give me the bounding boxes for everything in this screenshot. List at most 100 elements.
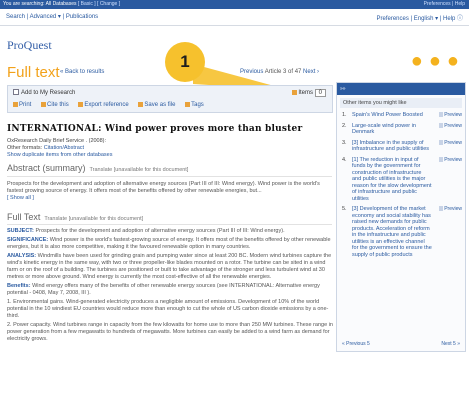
related-items-panel: »» Other items you might like 1. Spain's… (336, 82, 466, 352)
item-number: 1. (342, 112, 347, 118)
items-count: 0 (314, 89, 326, 97)
preview-icon (439, 206, 444, 211)
panel-subheader: Other items you might like (340, 98, 462, 108)
item-link[interactable]: Large-scale wind power in Denmark (352, 123, 432, 136)
tags-label: Tags (191, 102, 204, 108)
item-link[interactable]: [3] Imbalance in the supply of infrastru… (352, 140, 432, 153)
preview-icon (439, 122, 444, 128)
preview-button[interactable]: Preview (439, 206, 462, 213)
item-number: 4. (342, 156, 347, 163)
fulltext-heading: Full Text Translate [unavailable for this… (7, 212, 143, 222)
next-five-link[interactable]: Next 5 » (441, 341, 460, 347)
items-label: Items (298, 90, 313, 96)
citation-abstract-link[interactable]: Citation/Abstract (44, 145, 84, 151)
cite-icon (41, 102, 47, 107)
items-icon (292, 90, 298, 95)
preview-button[interactable]: Preview (439, 122, 462, 130)
fulltext-power-capacity: 2. Power capacity. Wind turbines range i… (7, 322, 333, 342)
pager-previous[interactable]: Previous (240, 69, 263, 75)
significance-label: SIGNIFICANCE: (7, 237, 49, 243)
analysis-label: ANALYSIS: (7, 253, 37, 259)
benefits-label: Benefits: (7, 283, 31, 289)
decorative-dots-icon: ●●● (410, 50, 465, 72)
abstract-text: Prospects for the development and adopti… (7, 181, 333, 202)
items-counter[interactable]: Items 0 (292, 89, 326, 97)
preview-label: Preview (444, 139, 462, 146)
cite-button[interactable]: Cite this (41, 102, 69, 108)
article-source: OxResearch Daily Brief Service . (2008): (7, 138, 107, 144)
fulltext-subject: SUBJECT: Prospects for the development a… (7, 228, 333, 235)
preview-button[interactable]: Preview (439, 112, 462, 119)
database-links[interactable]: [ Basic ] [ Change ] (78, 1, 120, 7)
preview-button[interactable]: Preview (439, 156, 462, 164)
proquest-logo[interactable]: ProQuest (7, 38, 52, 53)
print-button[interactable]: Print (13, 102, 31, 108)
list-item[interactable]: 5. [3] Development of the market economy… (337, 206, 465, 258)
item-link[interactable]: [1] The reduction in input of funds by t… (352, 157, 432, 203)
preview-button[interactable]: Preview (439, 139, 462, 147)
subject-label: SUBJECT: (7, 228, 34, 234)
page-title: Full text (7, 64, 60, 81)
tag-icon (185, 102, 191, 107)
topbar-right-links[interactable]: Preferences | Help (424, 0, 465, 9)
item-number: 2. (342, 122, 347, 129)
list-item[interactable]: 2. Large-scale wind power in Denmark Pre… (337, 122, 465, 136)
result-pager: Previous Article 3 of 47 Next › (240, 69, 319, 75)
preview-label: Preview (444, 156, 462, 163)
export-icon (78, 102, 84, 107)
header-divider (0, 25, 469, 26)
item-link[interactable]: [3] Development of the market economy an… (352, 206, 432, 258)
previous-five-link[interactable]: « Previous 5 (342, 341, 370, 347)
preview-label: Preview (444, 112, 462, 118)
show-all-link[interactable]: [ Show all ] (7, 195, 333, 202)
show-duplicates-link[interactable]: Show duplicate items from other database… (7, 152, 112, 158)
pager-next[interactable]: Next › (303, 69, 319, 75)
abstract-divider (7, 176, 332, 177)
item-number: 3. (342, 139, 347, 146)
significance-text: Wind power is the world's fastest-growin… (7, 237, 331, 250)
add-checkbox[interactable] (13, 89, 19, 95)
searching-label: You are searching: All Databases (3, 1, 77, 7)
abstract-heading: Abstract (summary) Translate [unavailable… (7, 163, 188, 173)
item-number: 5. (342, 206, 347, 212)
save-label: Save as file (144, 102, 176, 108)
search-nav[interactable]: Search | Advanced ▾ | Publications (6, 13, 98, 20)
document-toolbar: Add to My Research Items 0 Print Cite th… (7, 85, 333, 113)
fulltext-significance: SIGNIFICANCE: Wind power is the world's … (7, 237, 333, 251)
other-formats-label: Other formats: (7, 145, 43, 151)
back-to-results-link[interactable]: « Back to results (60, 69, 104, 75)
preview-icon (439, 139, 444, 145)
add-label: Add to My Research (21, 90, 76, 96)
related-items-list: 1. Spain's Wind Power Boosted Preview 2.… (337, 112, 465, 258)
export-label: Export reference (84, 102, 129, 108)
print-label: Print (19, 102, 32, 108)
abstract-title: Abstract (summary) (7, 163, 86, 173)
analysis-text: Windmills have been used for grinding gr… (7, 253, 332, 280)
list-item[interactable]: 3. [3] Imbalance in the supply of infras… (337, 139, 465, 153)
save-button[interactable]: Save as file (138, 102, 175, 108)
item-link[interactable]: Spain's Wind Power Boosted (352, 112, 432, 119)
toolbar-actions: Print Cite this Export reference Save as… (13, 102, 212, 108)
fulltext-analysis: ANALYSIS: Windmills have been used for g… (7, 253, 333, 281)
add-to-research[interactable]: Add to My Research (13, 89, 75, 96)
top-status-bar: You are searching: All Databases [ Basic… (0, 0, 469, 9)
fulltext-title: Full Text (7, 212, 41, 222)
preview-icon (439, 156, 444, 162)
preferences-nav[interactable]: Preferences | English ▾ | Help ⓘ (377, 13, 464, 22)
abstract-translate[interactable]: Translate [unavailable for this document… (90, 167, 189, 173)
fulltext-translate[interactable]: Translate [unavailable for this document… (44, 216, 143, 222)
print-icon (13, 102, 18, 107)
export-button[interactable]: Export reference (78, 102, 129, 108)
subject-text: Prospects for the development and adopti… (35, 228, 285, 234)
callout-badge: 1 (165, 42, 205, 82)
panel-collapse-handle[interactable]: »» (337, 83, 465, 95)
preview-icon (439, 112, 444, 117)
cite-label: Cite this (47, 102, 69, 108)
pager-position: Article 3 of 47 (264, 69, 302, 75)
list-item[interactable]: 1. Spain's Wind Power Boosted Preview (337, 112, 465, 119)
abstract-body: Prospects for the development and adopti… (7, 181, 320, 194)
fulltext-environmental: 1. Environmental gains. Wind-generated e… (7, 299, 329, 319)
callout-number: 1 (180, 52, 190, 71)
list-item[interactable]: 4. [1] The reduction in input of funds b… (337, 156, 465, 203)
tags-button[interactable]: Tags (185, 102, 204, 108)
